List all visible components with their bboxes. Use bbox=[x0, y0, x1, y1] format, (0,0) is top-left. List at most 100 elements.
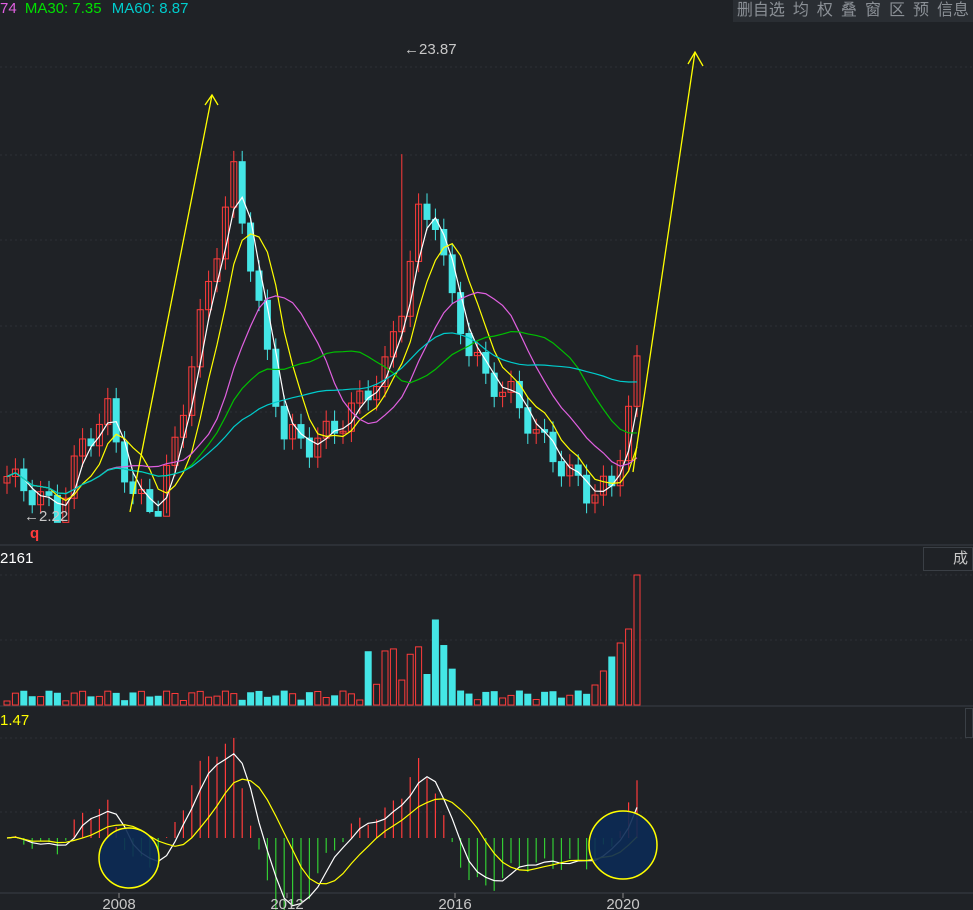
volume-bar bbox=[255, 690, 263, 706]
high-price-label: ←23.87 bbox=[404, 41, 457, 58]
volume-bar bbox=[62, 700, 70, 706]
toolbar-adjust[interactable]: 权 bbox=[813, 0, 837, 22]
volume-bar bbox=[104, 690, 112, 706]
volume-bar bbox=[356, 699, 364, 706]
volume-bar bbox=[608, 656, 616, 706]
volume-bar bbox=[398, 679, 406, 706]
volume-bar bbox=[263, 696, 271, 706]
volume-bar bbox=[389, 648, 397, 706]
candle-body bbox=[45, 491, 53, 496]
volume-bar bbox=[373, 683, 381, 706]
ma20-line bbox=[6, 291, 638, 495]
kline-chart[interactable]: ←23.87 ←2.22q 2008 2012 2016 2020 bbox=[0, 0, 973, 910]
volume-tab[interactable]: 成 bbox=[923, 547, 973, 571]
candle-body bbox=[557, 461, 565, 477]
toolbar-average[interactable]: 均 bbox=[789, 0, 813, 22]
volume-value-label: 2161 bbox=[0, 550, 34, 567]
volume-bar bbox=[154, 695, 162, 706]
volume-bar bbox=[549, 691, 557, 706]
volume-bar bbox=[238, 699, 246, 706]
toolbar-forecast[interactable]: 预 bbox=[909, 0, 933, 22]
volume-bar bbox=[45, 690, 53, 706]
volume-bar bbox=[95, 695, 103, 706]
volume-bar bbox=[524, 693, 532, 706]
volume-bar bbox=[112, 692, 120, 706]
volume-bar bbox=[482, 691, 490, 706]
volume-bar bbox=[11, 692, 19, 706]
volume-bar bbox=[339, 690, 347, 706]
toolbar-window[interactable]: 窗 bbox=[861, 0, 885, 22]
volume-bar bbox=[70, 692, 78, 706]
volume-bar bbox=[616, 642, 624, 706]
volume-bar bbox=[188, 692, 196, 706]
volume-bar bbox=[541, 691, 549, 706]
volume-bar bbox=[297, 699, 305, 706]
volume-bar bbox=[171, 692, 179, 706]
volume-bar bbox=[574, 690, 582, 706]
ma-legend: 74 MA30: 7.35 MA60: 8.87 bbox=[0, 0, 188, 18]
volume-bar bbox=[507, 694, 515, 706]
candle-body bbox=[608, 475, 616, 487]
volume-bar bbox=[583, 693, 591, 706]
x-axis-year-label: 2016 bbox=[438, 896, 471, 910]
x-axis-year-label: 2020 bbox=[606, 896, 639, 910]
volume-bar bbox=[381, 650, 389, 706]
toolbar-range[interactable]: 区 bbox=[885, 0, 909, 22]
volume-bar bbox=[431, 619, 439, 706]
volume-bar bbox=[3, 700, 11, 706]
candle-body bbox=[423, 203, 431, 220]
volume-bar bbox=[121, 700, 129, 706]
toolbar-remove-watchlist[interactable]: 删自选 bbox=[733, 0, 789, 22]
volume-bar bbox=[314, 690, 322, 706]
macd-tab[interactable] bbox=[965, 708, 973, 738]
volume-bar bbox=[137, 690, 145, 706]
volume-bar bbox=[205, 696, 213, 706]
macd-value-label: 1.47 bbox=[0, 712, 30, 729]
volume-bar bbox=[20, 690, 28, 706]
volume-bar bbox=[515, 690, 523, 706]
volume-bar bbox=[465, 693, 473, 706]
volume-bar bbox=[213, 695, 221, 706]
ma60-line bbox=[6, 332, 638, 495]
toolbar-overlay[interactable]: 叠 bbox=[837, 0, 861, 22]
volume-bar bbox=[305, 692, 313, 706]
volume-bar bbox=[129, 692, 137, 706]
low-marker: q bbox=[30, 525, 39, 542]
volume-bar bbox=[87, 696, 95, 706]
volume-bar bbox=[272, 695, 280, 706]
volume-bar bbox=[448, 668, 456, 706]
volume-bar bbox=[457, 690, 465, 706]
volume-bar bbox=[423, 674, 431, 706]
ma30-legend: MA30: 7.35 bbox=[24, 0, 102, 17]
volume-bar bbox=[37, 696, 45, 706]
x-axis-year-label: 2012 bbox=[270, 896, 303, 910]
ma10-line bbox=[6, 233, 638, 502]
volume-bar bbox=[440, 645, 448, 706]
volume-bar bbox=[490, 691, 498, 706]
candle-body bbox=[238, 161, 246, 224]
candle-body bbox=[154, 510, 162, 517]
volume-bar bbox=[196, 690, 204, 706]
volume-bar bbox=[322, 697, 330, 706]
candle-body bbox=[549, 431, 557, 463]
highlight-circle-2020 bbox=[588, 810, 658, 880]
volume-bar bbox=[146, 696, 154, 706]
volume-bar bbox=[473, 699, 481, 706]
volume-bar bbox=[163, 690, 171, 706]
volume-bar bbox=[79, 690, 87, 706]
candle-body bbox=[272, 348, 280, 407]
volume-bar bbox=[566, 694, 574, 706]
volume-bar bbox=[415, 646, 423, 706]
toolbar-info[interactable]: 信息 bbox=[933, 0, 973, 22]
volume-bar bbox=[230, 693, 238, 706]
volume-bar bbox=[499, 697, 507, 706]
volume-bar bbox=[406, 653, 414, 706]
volume-bar bbox=[557, 697, 565, 706]
volume-bar bbox=[28, 696, 36, 706]
volume-bar bbox=[347, 693, 355, 706]
x-axis-year-label: 2008 bbox=[102, 896, 135, 910]
ma60-legend: MA60: 8.87 bbox=[111, 0, 189, 17]
candle-body bbox=[280, 405, 288, 440]
chart-toolbar: 删自选 均 权 叠 窗 区 预 信息 bbox=[732, 0, 973, 22]
arrow-head bbox=[687, 50, 704, 67]
